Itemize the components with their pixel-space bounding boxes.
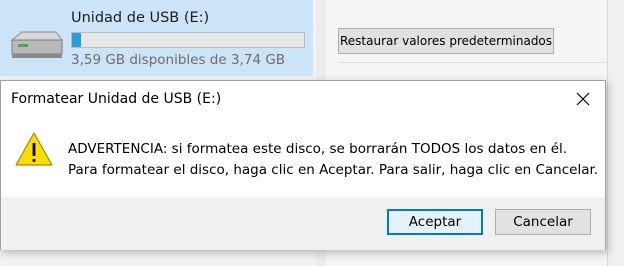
- close-button[interactable]: [567, 85, 599, 113]
- drive-free-space: 3,59 GB disponibles de 3,74 GB: [71, 52, 286, 68]
- ok-button[interactable]: Aceptar: [387, 209, 483, 235]
- warning-icon: [15, 132, 53, 166]
- drive-usage-bar: [71, 32, 305, 48]
- usb-drive-icon: [10, 31, 63, 58]
- drive-tile-usb[interactable]: Unidad de USB (E:) 3,59 GB disponibles d…: [0, 0, 313, 76]
- drive-usage-fill: [72, 33, 82, 47]
- drive-name: Unidad de USB (E:): [71, 10, 210, 26]
- format-warning-dialog: Formatear Unidad de USB (E:) ADVERTENCIA…: [0, 80, 606, 250]
- dialog-button-bar: Aceptar Cancelar: [1, 197, 605, 250]
- window-frame: [610, 0, 624, 266]
- dialog-title: Formatear Unidad de USB (E:): [11, 91, 222, 107]
- restore-defaults-button[interactable]: Restaurar valores predeterminados: [338, 28, 554, 54]
- warning-line: ADVERTENCIA: si formatea este disco, se …: [68, 141, 568, 157]
- properties-separator: [338, 62, 608, 63]
- close-icon: [576, 92, 590, 106]
- dialog-message: ADVERTENCIA: si formatea este disco, se …: [68, 139, 598, 181]
- cancel-button[interactable]: Cancelar: [495, 209, 591, 235]
- instruction-line: Para formatear el disco, haga clic en Ac…: [68, 162, 599, 178]
